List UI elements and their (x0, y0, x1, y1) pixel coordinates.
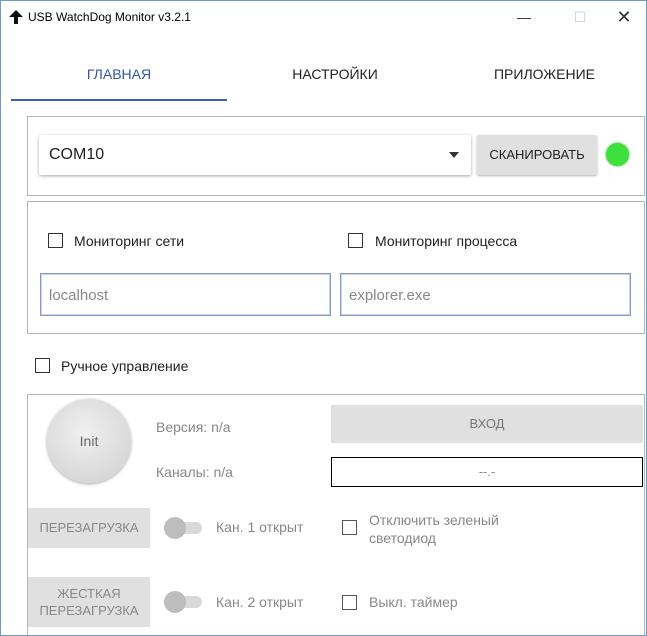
tab-main[interactable]: ГЛАВНАЯ (11, 57, 227, 103)
hard-reboot-button[interactable]: ЖЕСТКАЯ ПЕРЕЗАГРУЗКА (28, 577, 150, 627)
version-label: Версия: n/a (156, 419, 231, 435)
network-monitoring-label: Мониторинг сети (74, 233, 185, 249)
connection-status-led (606, 143, 629, 166)
manual-control-label: Ручное управление (61, 358, 189, 374)
init-button[interactable]: Init (47, 399, 131, 483)
disable-green-led-label: Отключить зеленый светодиод (369, 511, 499, 547)
window-title: USB WatchDog Monitor v3.2.1 (28, 10, 191, 24)
channel-1-label: Кан. 1 открыт (216, 519, 304, 535)
tab-bar: ГЛАВНАЯ НАСТРОЙКИ ПРИЛОЖЕНИЕ (1, 57, 646, 103)
toggle-knob (164, 517, 186, 539)
tab-application[interactable]: ПРИЛОЖЕНИЕ (443, 57, 646, 103)
minimize-button[interactable]: — (501, 1, 547, 33)
scan-button[interactable]: СКАНИРОВАТЬ (477, 135, 597, 175)
host-input-placeholder: localhost (49, 287, 109, 304)
channel-2-label: Кан. 2 открыт (216, 594, 304, 610)
active-tab-indicator (11, 99, 227, 101)
manual-control-checkbox[interactable] (35, 358, 50, 373)
title-bar[interactable]: USB WatchDog Monitor v3.2.1 — ☐ ✕ (1, 1, 646, 33)
port-select-value: COM10 (49, 146, 105, 163)
host-input[interactable]: localhost (40, 273, 331, 316)
hard-reboot-line-2: ПЕРЕЗАГРУЗКА (39, 603, 139, 618)
hard-reboot-line-1: ЖЕСТКАЯ (57, 586, 121, 601)
app-window: USB WatchDog Monitor v3.2.1 — ☐ ✕ ГЛАВНА… (0, 0, 647, 636)
entry-button[interactable]: ВХОД (331, 405, 643, 443)
reboot-button[interactable]: ПЕРЕЗАГРУЗКА (28, 508, 150, 548)
tab-settings[interactable]: НАСТРОЙКИ (227, 57, 443, 103)
close-button[interactable]: ✕ (601, 1, 647, 33)
channel-2-toggle[interactable] (164, 591, 206, 613)
channel-1-toggle[interactable] (164, 517, 206, 539)
disable-green-led-line-1: Отключить зеленый (369, 512, 499, 528)
channels-label: Каналы: n/a (156, 464, 233, 480)
disable-green-led-checkbox[interactable] (342, 520, 357, 535)
process-monitoring-label: Мониторинг процесса (375, 233, 518, 249)
process-input[interactable]: explorer.exe (340, 273, 631, 316)
code-field[interactable]: --.- (331, 457, 643, 487)
disable-timer-checkbox[interactable] (342, 595, 357, 610)
chevron-down-icon (449, 152, 459, 158)
disable-green-led-line-2: светодиод (369, 530, 436, 546)
process-input-placeholder: explorer.exe (349, 287, 431, 304)
port-select[interactable]: COM10 (39, 135, 471, 175)
app-icon (9, 10, 23, 24)
process-monitoring-checkbox[interactable] (348, 233, 363, 248)
toggle-knob (164, 591, 186, 613)
disable-timer-label: Выкл. таймер (369, 594, 458, 610)
network-monitoring-checkbox[interactable] (48, 233, 63, 248)
maximize-button[interactable]: ☐ (557, 1, 603, 33)
